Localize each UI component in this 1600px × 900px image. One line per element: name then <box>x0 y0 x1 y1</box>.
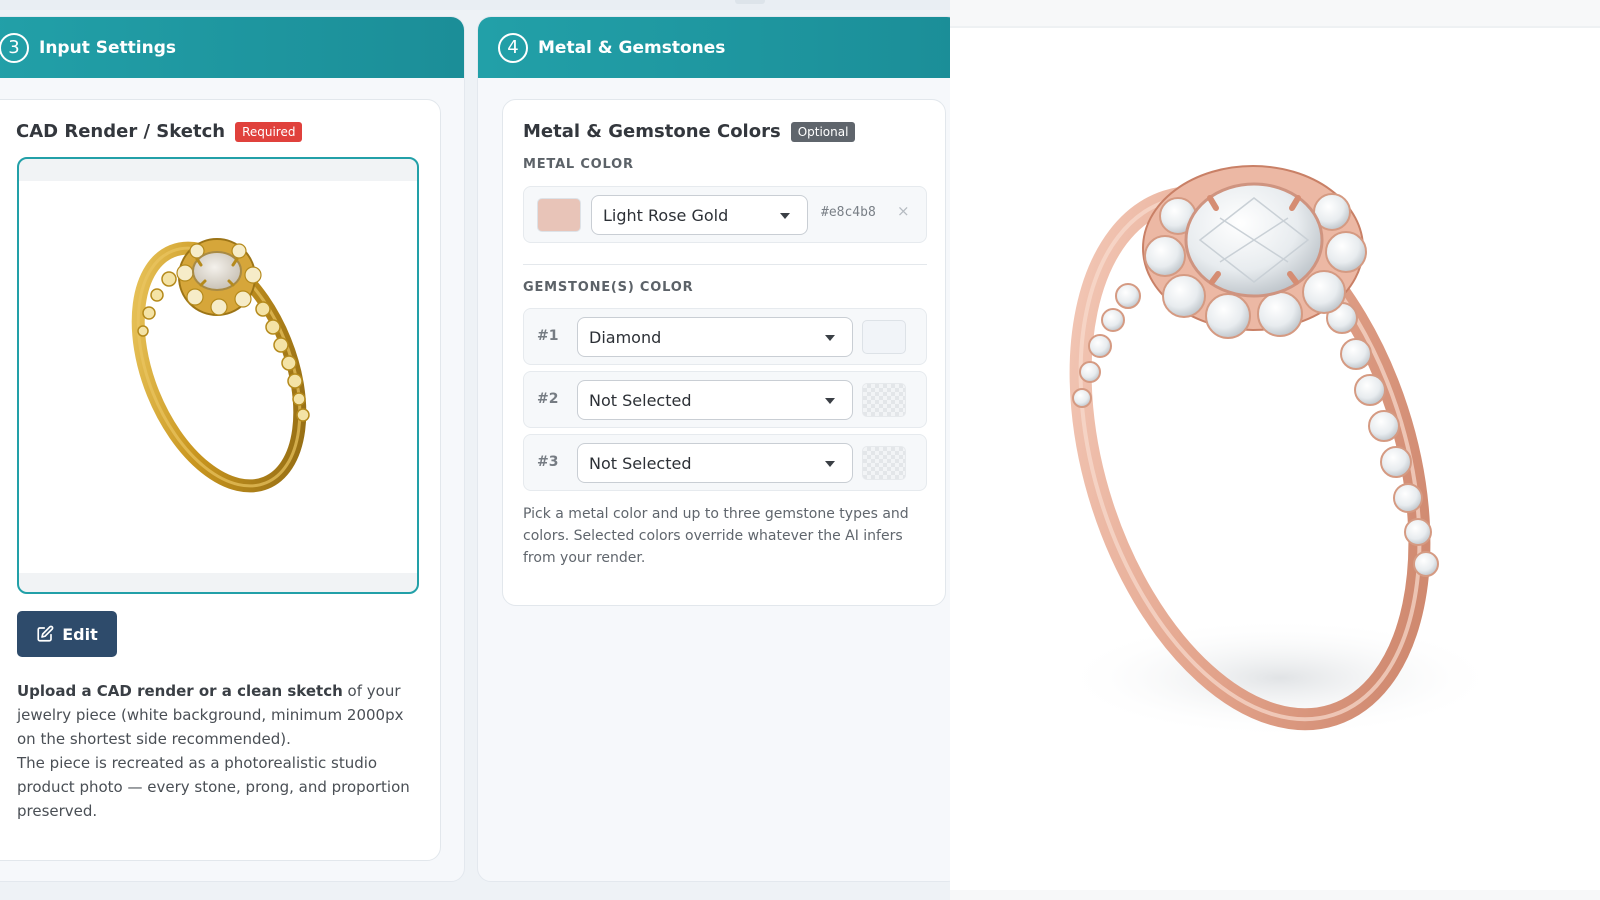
gemstone-value-1: Diamond <box>589 327 662 347</box>
chevron-down-icon <box>825 461 835 467</box>
edit-button-label: Edit <box>62 624 98 644</box>
edit-button[interactable]: Edit <box>17 611 117 657</box>
chevron-down-icon <box>825 335 835 341</box>
metal-gemstones-title: Metal & Gemstones <box>538 37 726 58</box>
metal-gemstones-header: 4 Metal & Gemstones <box>478 17 960 78</box>
cad-upload-dropzone[interactable] <box>17 157 419 594</box>
gemstone-select-1[interactable]: Diamond <box>577 317 853 357</box>
metal-gemstone-hint: Pick a metal color and up to three gemst… <box>523 506 909 566</box>
gemstone-number: #3 <box>537 454 559 470</box>
gemstone-value-2: Not Selected <box>589 390 692 410</box>
input-settings-title: Input Settings <box>39 37 176 58</box>
upload-description: Upload a CAD render or a clean sketch of… <box>17 679 417 823</box>
cad-render-title: CAD Render / Sketch <box>16 121 226 142</box>
metal-gemstones-panel: 4 Metal & Gemstones Metal & Gemstone Col… <box>477 16 961 882</box>
gemstone-select-2[interactable]: Not Selected <box>577 380 853 420</box>
metal-color-swatch[interactable] <box>537 198 581 232</box>
gemstone-select-3[interactable]: Not Selected <box>577 443 853 483</box>
gemstone-swatch-2[interactable] <box>862 383 906 417</box>
gemstone-swatch-1[interactable] <box>862 320 906 354</box>
chevron-down-icon <box>825 398 835 404</box>
gemstone-number: #2 <box>537 391 559 407</box>
cad-image-canvas <box>19 181 417 573</box>
section-divider <box>523 264 927 265</box>
cad-render-heading: CAD Render / Sketch Required <box>16 121 303 142</box>
upload-description-line1: Upload a CAD render or a clean sketch of… <box>17 679 417 751</box>
gemstone-row-1: #1 Diamond <box>523 308 927 365</box>
metal-gemstone-colors-title: Metal & Gemstone Colors <box>523 121 781 142</box>
result-preview <box>950 0 1600 900</box>
metal-gemstone-colors-card: Metal & Gemstone Colors Optional METAL C… <box>502 99 946 606</box>
step-number-4: 4 <box>498 32 528 63</box>
gemstone-swatch-3[interactable] <box>862 446 906 480</box>
metal-color-label: METAL COLOR <box>523 157 634 172</box>
top-strip-handle <box>735 0 765 4</box>
upload-description-bold: Upload a CAD render or a clean sketch <box>17 682 343 700</box>
result-image-frame <box>950 26 1600 890</box>
input-settings-header: 3 Input Settings <box>0 17 464 78</box>
metal-color-select[interactable]: Light Rose Gold <box>591 195 808 235</box>
gemstone-color-label: GEMSTONE(S) COLOR <box>523 280 694 295</box>
metal-color-row: Light Rose Gold #e8c4b8 × <box>523 186 927 243</box>
optional-badge: Optional <box>790 121 856 142</box>
required-badge: Required <box>235 121 303 142</box>
metal-hex-code: #e8c4b8 <box>821 205 876 220</box>
gemstone-row-2: #2 Not Selected <box>523 371 927 428</box>
input-settings-panel: 3 Input Settings CAD Render / Sketch Req… <box>0 16 465 882</box>
top-strip <box>0 0 950 10</box>
cad-render-card: CAD Render / Sketch Required Edit Upload… <box>0 99 441 861</box>
gemstone-row-3: #3 Not Selected <box>523 434 927 491</box>
cad-ring-image <box>131 238 310 493</box>
edit-icon <box>37 625 54 642</box>
step-number-3: 3 <box>0 32 29 63</box>
metal-color-value: Light Rose Gold <box>603 205 729 225</box>
chevron-down-icon <box>780 213 790 219</box>
gemstone-value-3: Not Selected <box>589 453 692 473</box>
upload-description-line2: The piece is recreated as a photorealist… <box>17 754 410 820</box>
metal-gemstone-colors-heading: Metal & Gemstone Colors Optional <box>523 121 856 142</box>
gemstone-number: #1 <box>537 328 559 344</box>
rose-gold-ring-image <box>1060 165 1500 738</box>
close-icon[interactable]: × <box>897 202 910 220</box>
